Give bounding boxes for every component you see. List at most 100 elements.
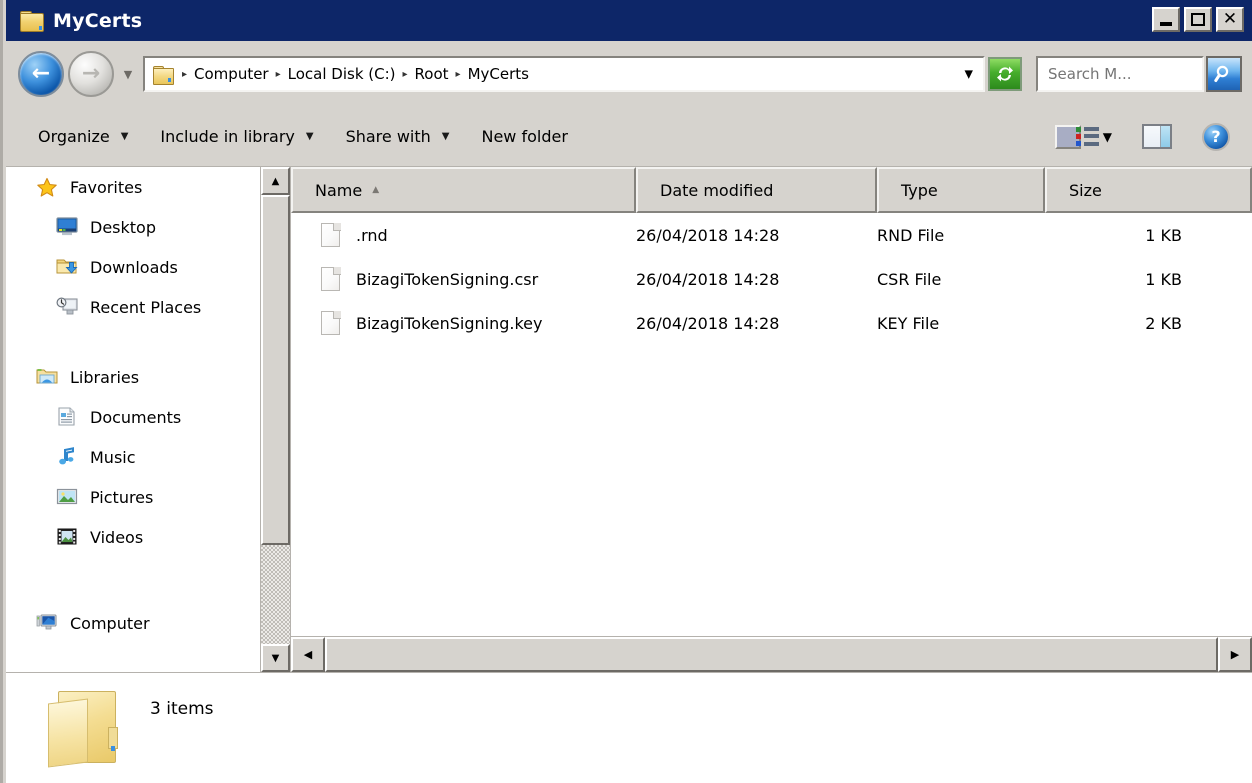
sidebar-item-computer[interactable]: Computer [6,603,290,643]
nav-group-spacer-2 [6,557,290,603]
help-glyph: ? [1211,127,1221,146]
nav-group-favorites: Favorites Desktop Downloads Recent Place… [6,167,290,327]
sidebar-scroll-thumb[interactable] [261,195,290,546]
scroll-right-button[interactable]: ▶ [1218,637,1252,672]
file-size-cell: 1 KB [1145,269,1182,289]
toolbar-new-folder-button[interactable]: New folder [471,122,577,151]
breadcrumb-separator-3[interactable]: ▸ [456,69,461,80]
file-size-cell: 1 KB [1145,225,1182,245]
address-bar-row: ← → ▼ ▸ Computer ▸ Local Disk (C:) ▸ Roo… [6,41,1252,107]
back-arrow-icon: ← [31,61,51,86]
file-date-cell: 26/04/2018 14:28 [636,225,780,245]
breadcrumb: ▸ Computer ▸ Local Disk (C:) ▸ Root ▸ My… [175,65,529,83]
file-type-cell: KEY File [877,313,940,333]
title-bar: MyCerts ✕ [6,0,1252,41]
file-type-cell: CSR File [877,269,942,289]
scroll-left-button[interactable]: ◀ [291,637,325,672]
file-type-cell: RND File [877,225,945,245]
sidebar-item-downloads[interactable]: Downloads [6,247,290,287]
column-header-size[interactable]: Size [1045,167,1252,213]
recent-pages-button[interactable]: ▼ [120,68,136,81]
toolbar-include-in-library-label: Include in library [160,127,295,146]
sidebar-item-pictures-label: Pictures [90,487,154,507]
view-options-icon[interactable] [1054,124,1099,149]
sidebar-item-favorites[interactable]: Favorites [6,167,290,207]
downloads-icon [56,257,78,277]
sidebar-scroll-down-button[interactable]: ▼ [261,644,290,672]
sidebar-item-documents[interactable]: Documents [6,397,290,437]
title-folder-icon [20,10,44,32]
table-row[interactable]: BizagiTokenSigning.key 26/04/2018 14:28 … [291,301,1252,345]
pictures-icon [56,487,78,507]
star-icon [36,177,58,197]
toolbar-include-in-library-button[interactable]: Include in library ▼ [150,122,323,151]
command-toolbar: Organize ▼ Include in library ▼ Share wi… [6,107,1252,167]
address-bar[interactable]: ▸ Computer ▸ Local Disk (C:) ▸ Root ▸ My… [143,56,985,92]
caret-left-icon: ◀ [303,648,313,661]
file-list-horizontal-scrollbar[interactable]: ◀ ▶ [291,636,1252,672]
sidebar-item-pictures[interactable]: Pictures [6,477,290,517]
close-button[interactable]: ✕ [1216,7,1244,32]
search-area [1036,56,1242,92]
breadcrumb-item-root[interactable]: Root [415,65,449,83]
sidebar-scrollbar[interactable]: ▲ ▼ [260,167,290,672]
sidebar-item-recent-places-label: Recent Places [90,297,202,317]
desktop-icon [56,217,78,237]
chevron-down-icon: ▼ [305,131,314,142]
column-header-name-label: Name [315,180,363,200]
table-row[interactable]: .rnd 26/04/2018 14:28 RND File 1 KB [291,213,1252,257]
forward-button[interactable]: → [68,51,114,97]
breadcrumb-separator-1[interactable]: ▸ [276,69,281,80]
sidebar-item-desktop[interactable]: Desktop [6,207,290,247]
sidebar-item-favorites-label: Favorites [70,177,143,197]
breadcrumb-item-mycerts[interactable]: MyCerts [468,65,529,83]
caret-down-icon: ▼ [271,652,280,664]
breadcrumb-separator-0[interactable]: ▸ [182,69,187,80]
sidebar-item-music-label: Music [90,447,136,467]
nav-group-spacer [6,327,290,357]
refresh-button[interactable] [988,57,1022,91]
breadcrumb-item-local-disk[interactable]: Local Disk (C:) [288,65,396,83]
file-size-cell: 2 KB [1145,313,1182,333]
sidebar-item-documents-label: Documents [90,407,182,427]
back-button[interactable]: ← [18,51,64,97]
breadcrumb-item-computer[interactable]: Computer [194,65,269,83]
window-title: MyCerts [53,9,143,32]
sidebar-item-music[interactable]: Music [6,437,290,477]
toolbar-new-folder-label: New folder [481,127,568,146]
status-item-count: 3 items [150,699,214,719]
search-box[interactable] [1036,56,1204,92]
column-header-type-label: Type [901,180,938,200]
search-button[interactable] [1206,56,1242,92]
horizontal-scroll-track[interactable] [325,637,1218,672]
sidebar-scroll-up-button[interactable]: ▲ [261,167,290,195]
maximize-button[interactable] [1184,7,1212,32]
sidebar-item-videos[interactable]: Videos [6,517,290,557]
column-header-date-modified[interactable]: Date modified [636,167,877,213]
sidebar-item-downloads-label: Downloads [90,257,178,277]
toolbar-share-with-button[interactable]: Share with ▼ [336,122,460,151]
view-options-chevron-down-icon[interactable]: ▼ [1103,130,1112,144]
toolbar-organize-button[interactable]: Organize ▼ [28,122,138,151]
caret-up-icon: ▲ [271,175,280,187]
sidebar-item-desktop-label: Desktop [90,217,156,237]
computer-icon [36,613,58,633]
libraries-icon [36,367,58,387]
minimize-icon [1160,21,1172,26]
sidebar-item-libraries[interactable]: Libraries [6,357,290,397]
search-input[interactable] [1038,65,1202,83]
column-header-type[interactable]: Type [877,167,1045,213]
table-row[interactable]: BizagiTokenSigning.csr 26/04/2018 14:28 … [291,257,1252,301]
content-area: Favorites Desktop Downloads Recent Place… [6,167,1252,672]
preview-pane-icon[interactable] [1142,124,1172,149]
column-header-name[interactable]: Name ▲ [291,167,636,213]
help-icon[interactable]: ? [1202,122,1230,151]
minimize-button[interactable] [1152,7,1180,32]
address-folder-icon [153,65,174,85]
sidebar-item-recent-places[interactable]: Recent Places [6,287,290,327]
address-dropdown-icon[interactable]: ▼ [965,68,973,81]
sidebar-scroll-track[interactable] [261,195,290,644]
refresh-icon [997,66,1013,82]
breadcrumb-separator-2[interactable]: ▸ [403,69,408,80]
music-icon [56,447,78,467]
